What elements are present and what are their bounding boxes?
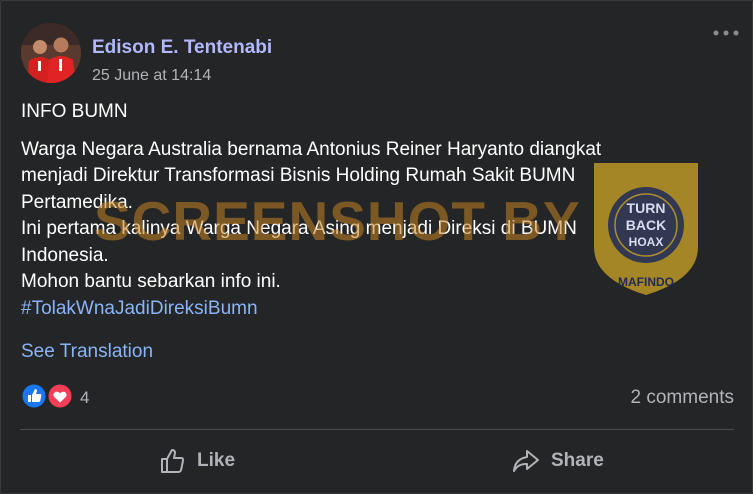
- comments-count[interactable]: 2 comments: [631, 387, 734, 409]
- more-options-icon[interactable]: [712, 23, 740, 43]
- divider: [20, 429, 734, 430]
- post-line: Mohon bantu sebarkan info ini.: [21, 271, 281, 292]
- post-timestamp[interactable]: 25 June at 14:14: [92, 67, 211, 85]
- post-line: Warga Negara Australia bernama Antonius …: [21, 138, 602, 160]
- post-line: Pertamedika.: [21, 191, 133, 213]
- facebook-post: Edison E. Tentenabi 25 June at 14:14 INF…: [0, 0, 753, 494]
- share-label: Share: [551, 450, 604, 471]
- post-line: Indonesia.: [21, 244, 109, 266]
- reaction-count[interactable]: 4: [80, 388, 89, 408]
- like-button[interactable]: Like: [159, 441, 235, 481]
- love-icon: [46, 382, 74, 410]
- hashtag-link[interactable]: #TolakWnaJadiDireksiBumn: [21, 296, 721, 323]
- like-icon: [20, 382, 48, 410]
- post-heading: INFO BUMN: [21, 101, 128, 122]
- like-label: Like: [197, 450, 236, 471]
- post-line: menjadi Direktur Transformasi Bisnis Hol…: [21, 165, 576, 186]
- author-name[interactable]: Edison E. Tentenabi: [92, 37, 272, 59]
- post-line: Ini pertama kalinya Warga Negara Asing m…: [21, 218, 577, 239]
- share-button[interactable]: Share: [511, 441, 604, 481]
- share-arrow-icon: [513, 450, 539, 472]
- post-body: INFO BUMN Warga Negara Australia bernama…: [21, 99, 721, 322]
- avatar[interactable]: [21, 23, 81, 83]
- thumbs-up-icon: [161, 449, 185, 473]
- see-translation-link[interactable]: See Translation: [21, 341, 153, 363]
